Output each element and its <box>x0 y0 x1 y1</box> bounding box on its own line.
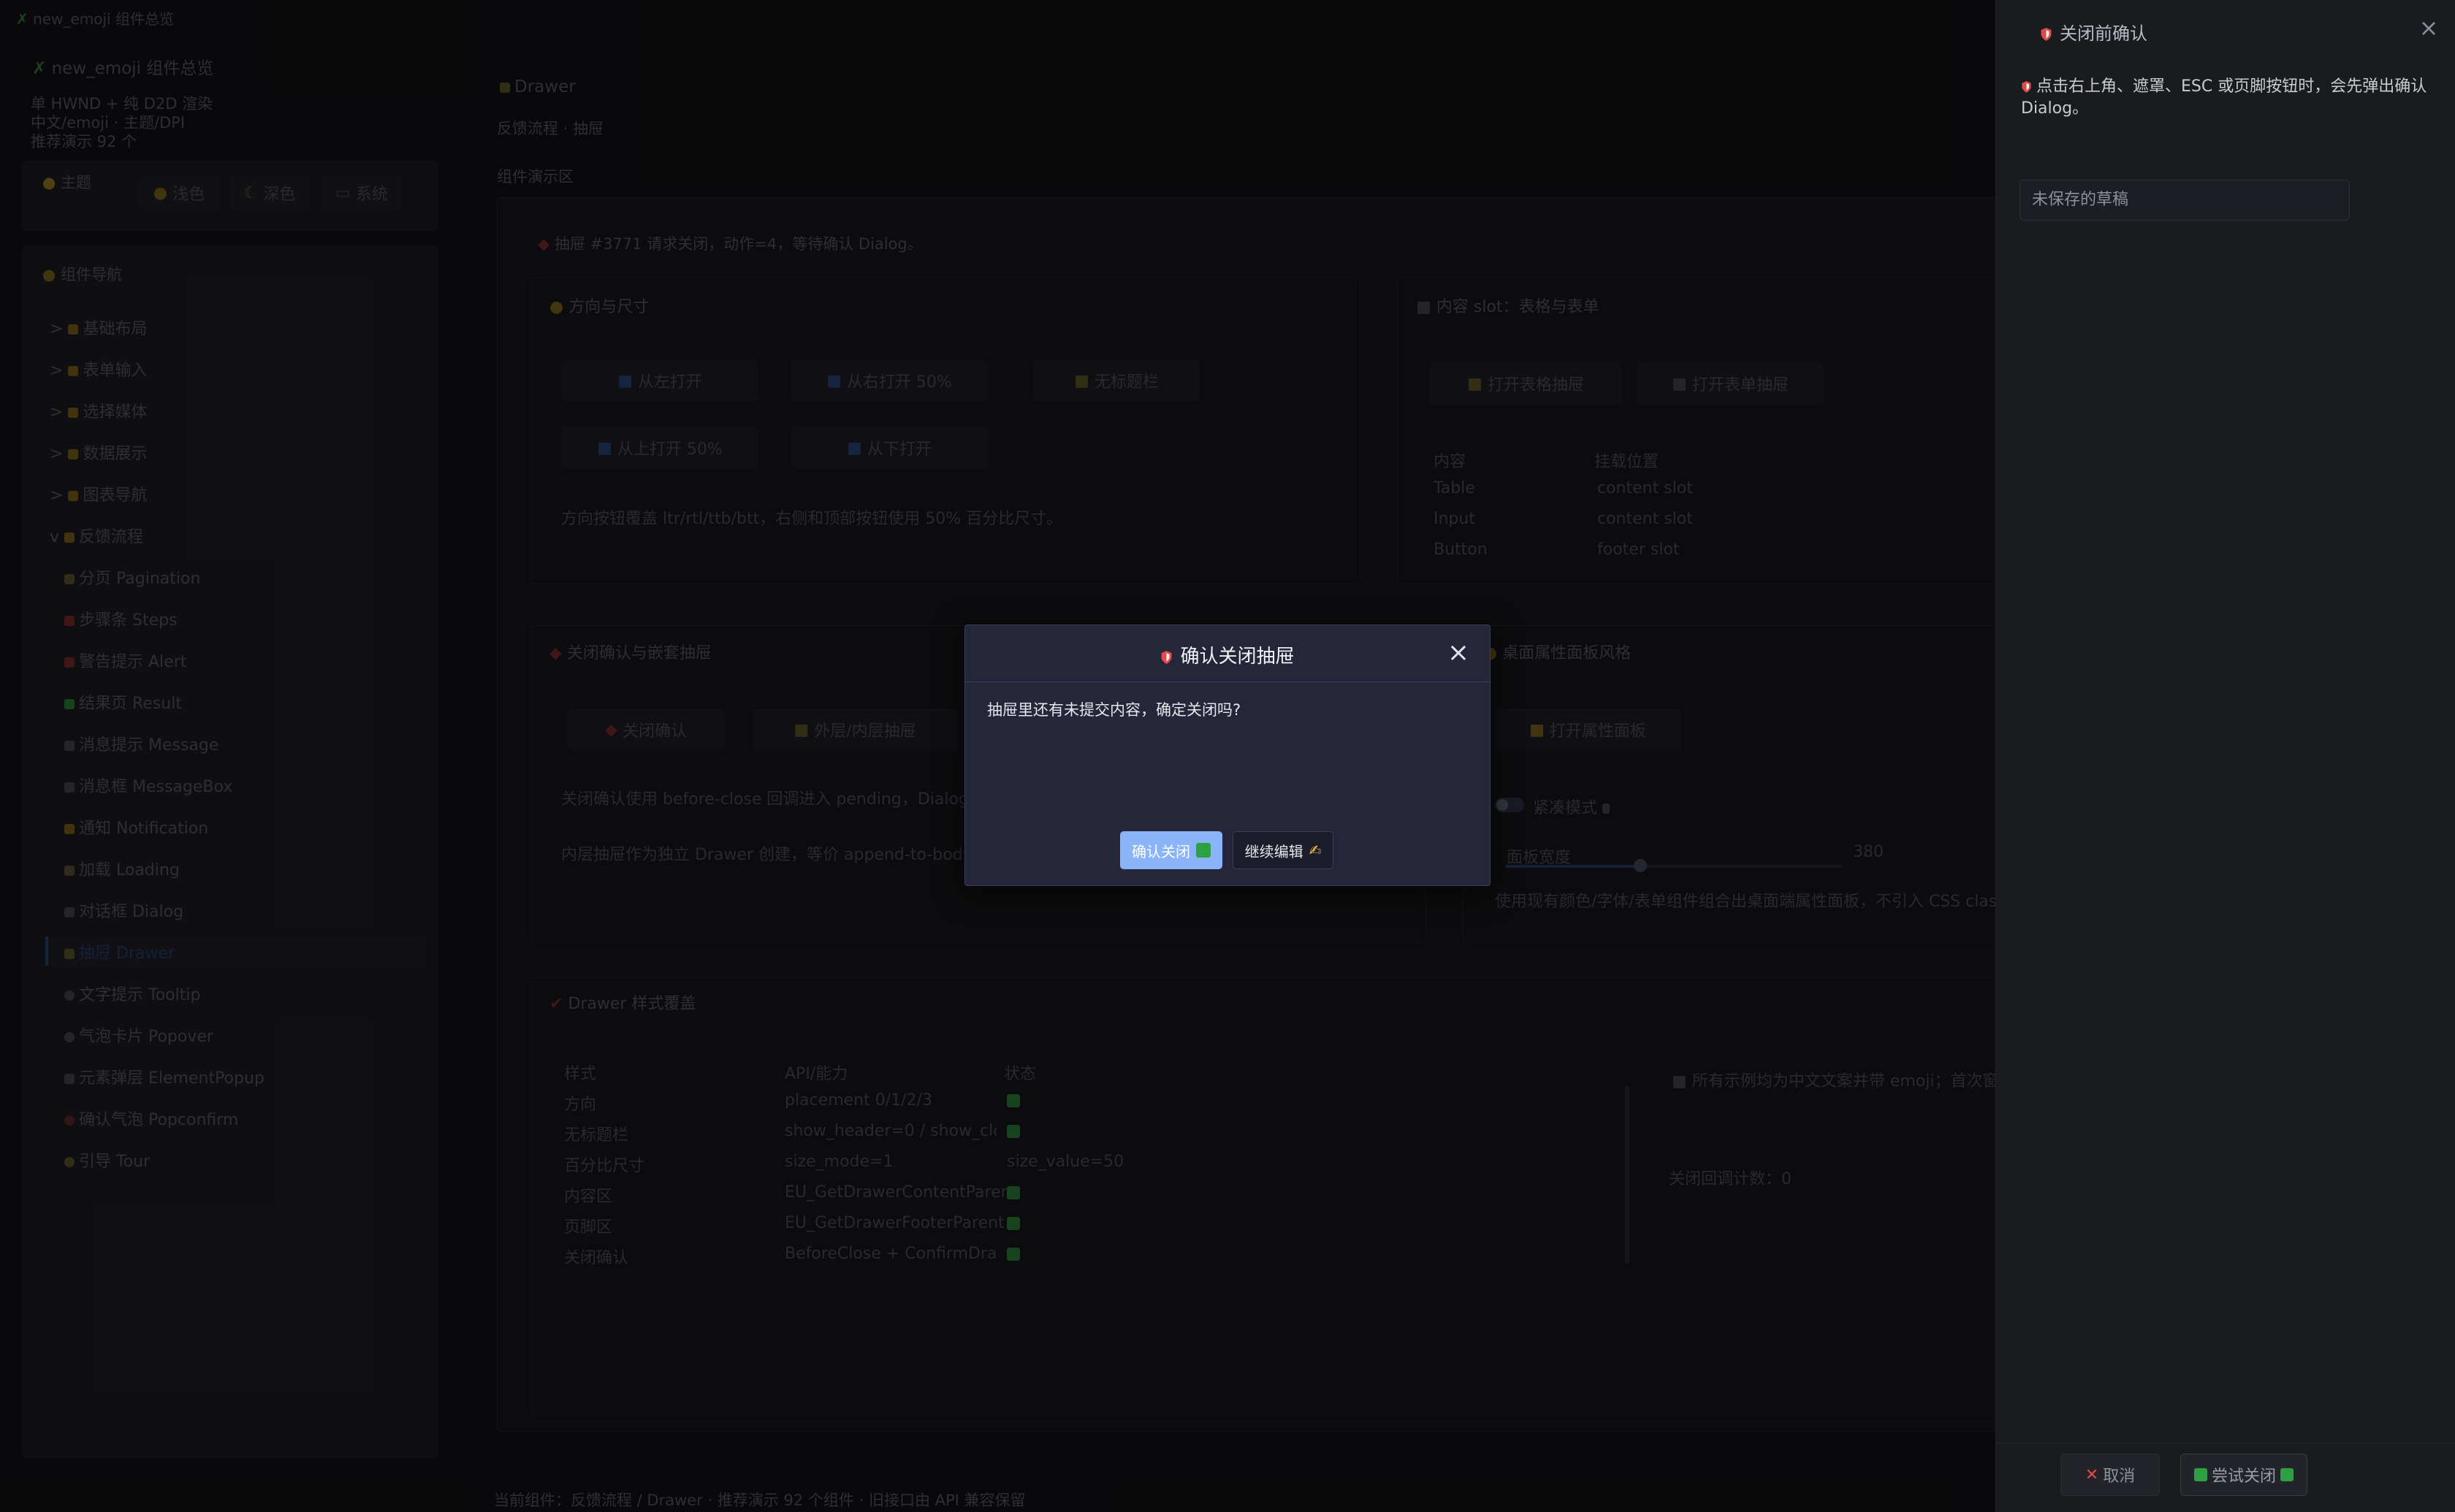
shield-icon <box>2041 28 2052 41</box>
confirm-close-button[interactable]: 确认关闭 <box>1120 831 1222 869</box>
check-box-icon <box>2193 1468 2207 1481</box>
check-box-icon <box>2280 1468 2294 1481</box>
cross-mark-icon: ✕ <box>2085 1465 2099 1484</box>
shield-icon <box>2022 81 2031 93</box>
drawer-description: 点击右上角、遮罩、ESC 或页脚按钮时，会先弹出确认 Dialog。 <box>2021 77 2427 118</box>
dialog-header: 确认关闭抽屉 × <box>965 625 1490 682</box>
drawer-panel: 关闭前确认 × 点击右上角、遮罩、ESC 或页脚按钮时，会先弹出确认 Dialo… <box>1995 0 2455 1512</box>
confirm-dialog: 确认关闭抽屉 × 抽屉里还有未提交内容，确定关闭吗? 确认关闭 继续编辑 ✍ <box>964 625 1491 886</box>
draft-input[interactable]: 未保存的草稿 <box>2020 180 2350 221</box>
dialog-title: 确认关闭抽屉 <box>965 641 1490 668</box>
drawer-try-close-button[interactable]: 尝试关闭 <box>2180 1454 2307 1496</box>
drawer-title: 关闭前确认 <box>2040 19 2147 45</box>
dialog-message: 抽屉里还有未提交内容，确定关闭吗? <box>987 701 1241 719</box>
dialog-close-icon[interactable]: × <box>1444 638 1473 668</box>
check-box-icon <box>1196 843 1211 858</box>
shield-icon <box>1161 651 1172 664</box>
writing-hand-icon: ✍ <box>1309 841 1322 859</box>
app-window: ✗ new_emoji 组件总览 ✗ new_emoji 组件总览 单 HWND… <box>0 0 2455 1512</box>
continue-edit-button[interactable]: 继续编辑 ✍ <box>1233 831 1333 869</box>
drawer-cancel-button[interactable]: ✕ 取消 <box>2060 1454 2160 1496</box>
drawer-close-icon[interactable]: × <box>2416 15 2442 41</box>
